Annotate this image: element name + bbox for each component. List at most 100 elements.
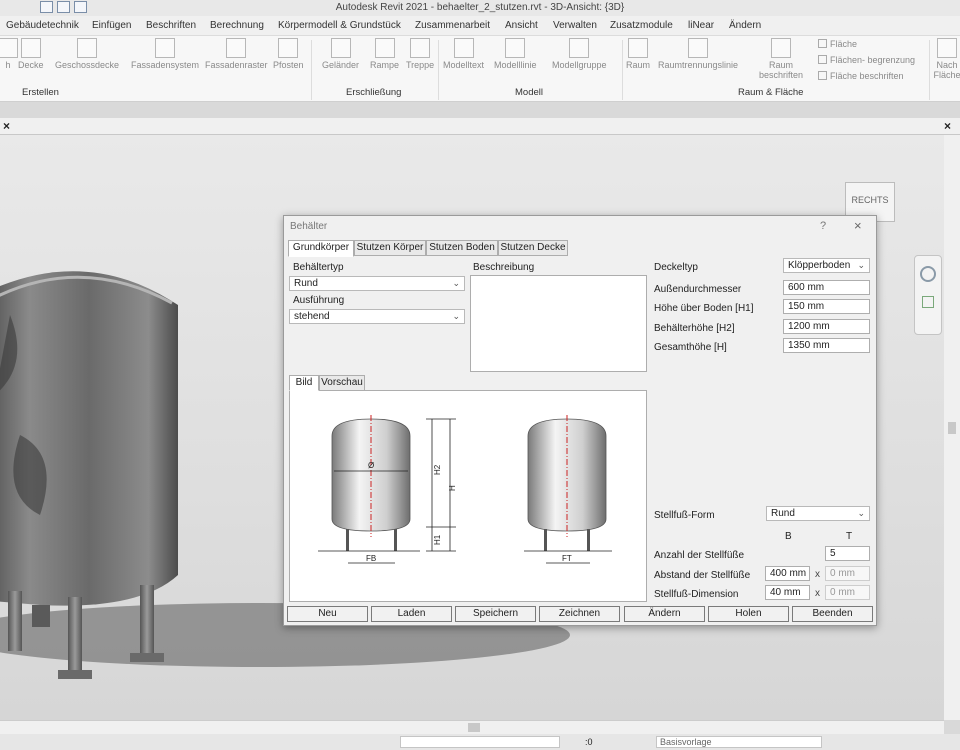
area-boundary-button[interactable]: Flächen- begrenzung	[818, 55, 915, 65]
tank-side-view: FT	[524, 415, 612, 564]
ribbon-tab[interactable]: Gebäudetechnik	[6, 20, 79, 31]
dimension-b-input[interactable]: 40 mm	[765, 585, 810, 600]
ribbon-panel: h Decke Geschossdecke Fassadensystem Fas…	[0, 36, 960, 102]
scroll-thumb[interactable]	[468, 723, 480, 732]
mullion-button[interactable]: Pfosten	[273, 38, 304, 70]
ribbon-group-label: Erstellen	[22, 87, 59, 98]
behaelterhoehe-input[interactable]: 1200 mm	[783, 319, 870, 334]
tank-dimension-drawing: Ø FB H2 H H1 FT	[318, 415, 612, 564]
dialog-close-button[interactable]: ×	[854, 218, 862, 233]
steering-wheel-icon[interactable]	[920, 266, 936, 282]
tank-leg	[68, 597, 82, 675]
tab-vorschau[interactable]: Vorschau	[319, 375, 365, 391]
h2-label: H2	[433, 464, 442, 475]
x-separator: x	[815, 569, 820, 580]
ausfuehrung-label: Ausführung	[293, 295, 345, 306]
abstand-b-input[interactable]: 400 mm	[765, 566, 810, 581]
ribbon-tab[interactable]: Einfügen	[92, 20, 131, 31]
view-tab-bar: × ×	[0, 118, 960, 135]
h1-label: H1	[433, 534, 442, 545]
aendern-button[interactable]: Ändern	[624, 606, 705, 622]
ribbon-tab[interactable]: Ändern	[729, 20, 761, 31]
window-title: Autodesk Revit 2021 - behaelter_2_stutze…	[335, 2, 625, 13]
ramp-button[interactable]: Rampe	[370, 38, 399, 70]
model-line-button[interactable]: Modelllinie	[494, 38, 537, 70]
aussendurchmesser-input[interactable]: 600 mm	[783, 280, 870, 295]
behaelter-dialog: Behälter ? × Grundkörper Stutzen Körper …	[283, 215, 877, 626]
stellfuss-form-select[interactable]: Rund ⌄	[766, 506, 870, 521]
column-t-label: T	[846, 531, 853, 542]
zeichnen-button[interactable]: Zeichnen	[539, 606, 620, 622]
model-group-icon	[569, 38, 590, 58]
hoehe-boden-input[interactable]: 150 mm	[783, 299, 870, 314]
ausfuehrung-select[interactable]: stehend ⌄	[289, 309, 465, 324]
neu-button[interactable]: Neu	[287, 606, 368, 622]
ribbon-separator	[929, 40, 930, 100]
model-text-button[interactable]: Modelltext	[443, 38, 484, 70]
tag-area-icon	[818, 71, 827, 80]
column-b-label: B	[785, 531, 792, 542]
model-group-button[interactable]: Modellgruppe	[552, 38, 607, 70]
status-bar: :0 Basisvorlage	[0, 734, 960, 750]
curtain-grid-button[interactable]: Fassadenraster	[205, 38, 268, 70]
ribbon-tab[interactable]: Berechnung	[210, 20, 264, 31]
anzahl-input[interactable]: 5	[825, 546, 870, 561]
area-icon	[818, 39, 827, 48]
close-icon[interactable]: ×	[944, 119, 951, 133]
ribbon-tab[interactable]: Beschriften	[146, 20, 196, 31]
vertical-scrollbar[interactable]	[944, 135, 960, 720]
speichern-button[interactable]: Speichern	[455, 606, 536, 622]
tab-grundkoerper[interactable]: Grundkörper	[288, 240, 354, 257]
ribbon-tab[interactable]: Zusammenarbeit	[415, 20, 490, 31]
tag-by-area-button[interactable]: Nach Fläche	[932, 38, 960, 80]
laden-button[interactable]: Laden	[371, 606, 452, 622]
floor-button[interactable]: Geschossdecke	[55, 38, 119, 70]
ribbon-button[interactable]: h	[0, 38, 18, 70]
ribbon-group-label[interactable]: Raum & Fläche	[738, 87, 803, 98]
horizontal-scrollbar[interactable]	[0, 720, 944, 734]
ribbon-tab[interactable]: Körpermodell & Grundstück	[278, 20, 401, 31]
ceiling-icon	[20, 38, 41, 58]
room-icon	[628, 38, 648, 58]
design-option-select[interactable]: Basisvorlage	[656, 736, 822, 748]
tank-leg	[8, 591, 22, 651]
selection-count: :0	[585, 737, 593, 747]
tab-stutzen-decke[interactable]: Stutzen Decke	[498, 240, 568, 256]
deckeltyp-select[interactable]: Klöpperboden ⌄	[783, 258, 870, 273]
curtain-grid-icon	[226, 38, 247, 58]
tab-stutzen-koerper[interactable]: Stutzen Körper	[354, 240, 426, 256]
x-separator: x	[815, 588, 820, 599]
chevron-down-icon: ⌄	[857, 260, 865, 270]
stair-button[interactable]: Treppe	[406, 38, 434, 70]
beenden-button[interactable]: Beenden	[792, 606, 873, 622]
curtain-system-button[interactable]: Fassadensystem	[131, 38, 199, 70]
model-line-icon	[505, 38, 526, 58]
ribbon-tab[interactable]: Ansicht	[505, 20, 538, 31]
abstand-t-input: 0 mm	[825, 566, 870, 581]
ceiling-button[interactable]: Decke	[18, 38, 44, 70]
zoom-icon[interactable]	[922, 296, 934, 308]
railing-icon	[330, 38, 351, 58]
ribbon-tab[interactable]: Zusatzmodule	[610, 20, 673, 31]
tab-stutzen-boden[interactable]: Stutzen Boden	[426, 240, 498, 256]
navigation-bar[interactable]	[914, 255, 942, 335]
ribbon-tab[interactable]: liNear	[688, 20, 714, 31]
gesamthoehe-input[interactable]: 1350 mm	[783, 338, 870, 353]
holen-button[interactable]: Holen	[708, 606, 789, 622]
railing-button[interactable]: Geländer	[322, 38, 359, 70]
room-button[interactable]: Raum	[626, 38, 650, 70]
area-button[interactable]: Fläche	[818, 39, 857, 49]
ribbon-tab[interactable]: Verwalten	[553, 20, 597, 31]
hoehe-boden-label: Höhe über Boden [H1]	[654, 303, 754, 314]
tag-area-button[interactable]: Fläche beschriften	[818, 71, 904, 81]
room-separator-button[interactable]: Raumtrennungslinie	[658, 38, 738, 70]
behaeltertyp-select[interactable]: Rund ⌄	[289, 276, 465, 291]
close-view-icon[interactable]: ×	[3, 119, 10, 133]
beschreibung-textarea[interactable]	[470, 275, 647, 372]
tag-room-button[interactable]: Raum beschriften	[756, 38, 806, 80]
help-button[interactable]: ?	[820, 220, 826, 232]
scroll-thumb[interactable]	[948, 422, 956, 434]
tank-foot	[58, 670, 92, 679]
tab-bild[interactable]: Bild	[289, 375, 319, 391]
workset-select[interactable]	[400, 736, 560, 748]
